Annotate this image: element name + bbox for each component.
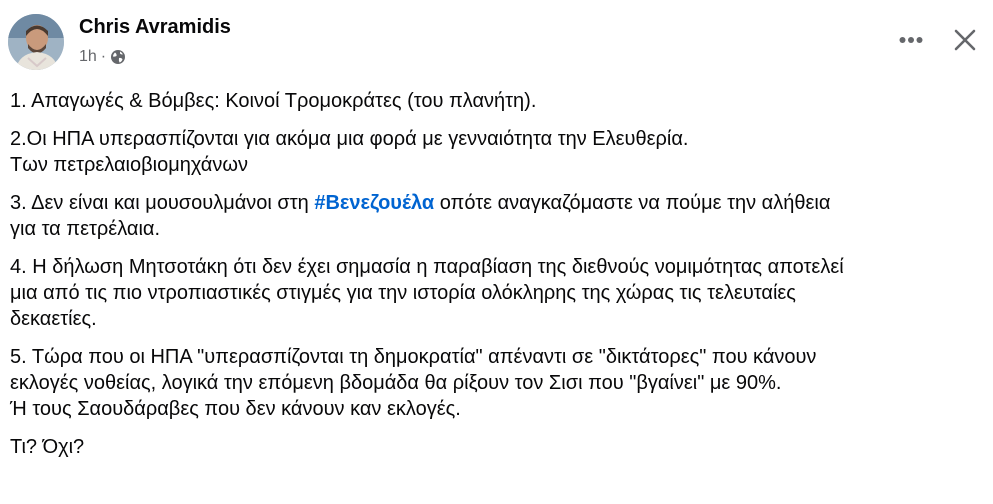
post-text: οπότε αναγκαζόμαστε να πούμε την αλήθεια: [434, 192, 831, 214]
globe-icon: [110, 49, 126, 65]
post-line: μια από τις πιο ντροπιαστικές στιγμές γι…: [10, 282, 796, 304]
post-line: 3. Δεν είναι και μουσουλμάνοι στη #Βενεζ…: [10, 190, 975, 216]
post-body: 1. Απαγωγές & Βόμβες: Κοινοί Τρομοκράτες…: [10, 88, 975, 472]
post-paragraph-1: 1. Απαγωγές & Βόμβες: Κοινοί Τρομοκράτες…: [10, 88, 975, 114]
post-line: Ή τους Σαουδάραβες που δεν κάνουν καν εκ…: [10, 398, 461, 420]
meta-separator: ·: [100, 48, 107, 65]
post-line: για τα πετρέλαια.: [10, 218, 161, 240]
hashtag-link[interactable]: #Βενεζουέλα: [314, 192, 434, 214]
post-line: Τι? Όχι?: [10, 436, 85, 458]
post-timestamp[interactable]: 1h: [79, 48, 97, 66]
post-line: Των πετρελαιοβιομηχάνων: [10, 154, 248, 176]
post-line: 1. Απαγωγές & Βόμβες: Κοινοί Τρομοκράτες…: [10, 90, 537, 112]
post-line: δεκαετίες.: [10, 308, 97, 330]
post-line: 2.Οι ΗΠΑ υπερασπίζονται για ακόμα μια φο…: [10, 128, 689, 150]
post-text: 3. Δεν είναι και μουσουλμάνοι στη: [10, 192, 315, 214]
post-paragraph-3: 3. Δεν είναι και μουσουλμάνοι στη #Βενεζ…: [10, 190, 975, 242]
author-name[interactable]: Chris Avramidis: [79, 14, 231, 40]
post-line: εκλογές νοθείας, λογικά την επόμενη βδομ…: [10, 372, 782, 394]
post-paragraph-2: 2.Οι ΗΠΑ υπερασπίζονται για ακόμα μια φο…: [10, 126, 975, 178]
post-paragraph-5: 5. Τώρα που οι ΗΠΑ "υπερασπίζονται τη δη…: [10, 344, 975, 422]
close-button[interactable]: [944, 20, 986, 60]
more-horizontal-icon: [899, 37, 923, 43]
post-line: 4. Η δήλωση Μητσοτάκη ότι δεν έχει σημασ…: [10, 256, 844, 278]
post-paragraph-6: Τι? Όχι?: [10, 434, 975, 460]
post-line: 5. Τώρα που οι ΗΠΑ "υπερασπίζονται τη δη…: [10, 346, 817, 368]
post-meta: 1h ·: [79, 46, 126, 68]
close-icon: [954, 29, 976, 51]
avatar-image: [8, 14, 64, 70]
post-header: Chris Avramidis 1h ·: [0, 0, 993, 80]
avatar[interactable]: [8, 14, 64, 70]
post-paragraph-4: 4. Η δήλωση Μητσοτάκη ότι δεν έχει σημασ…: [10, 254, 975, 332]
more-options-button[interactable]: [889, 20, 933, 60]
